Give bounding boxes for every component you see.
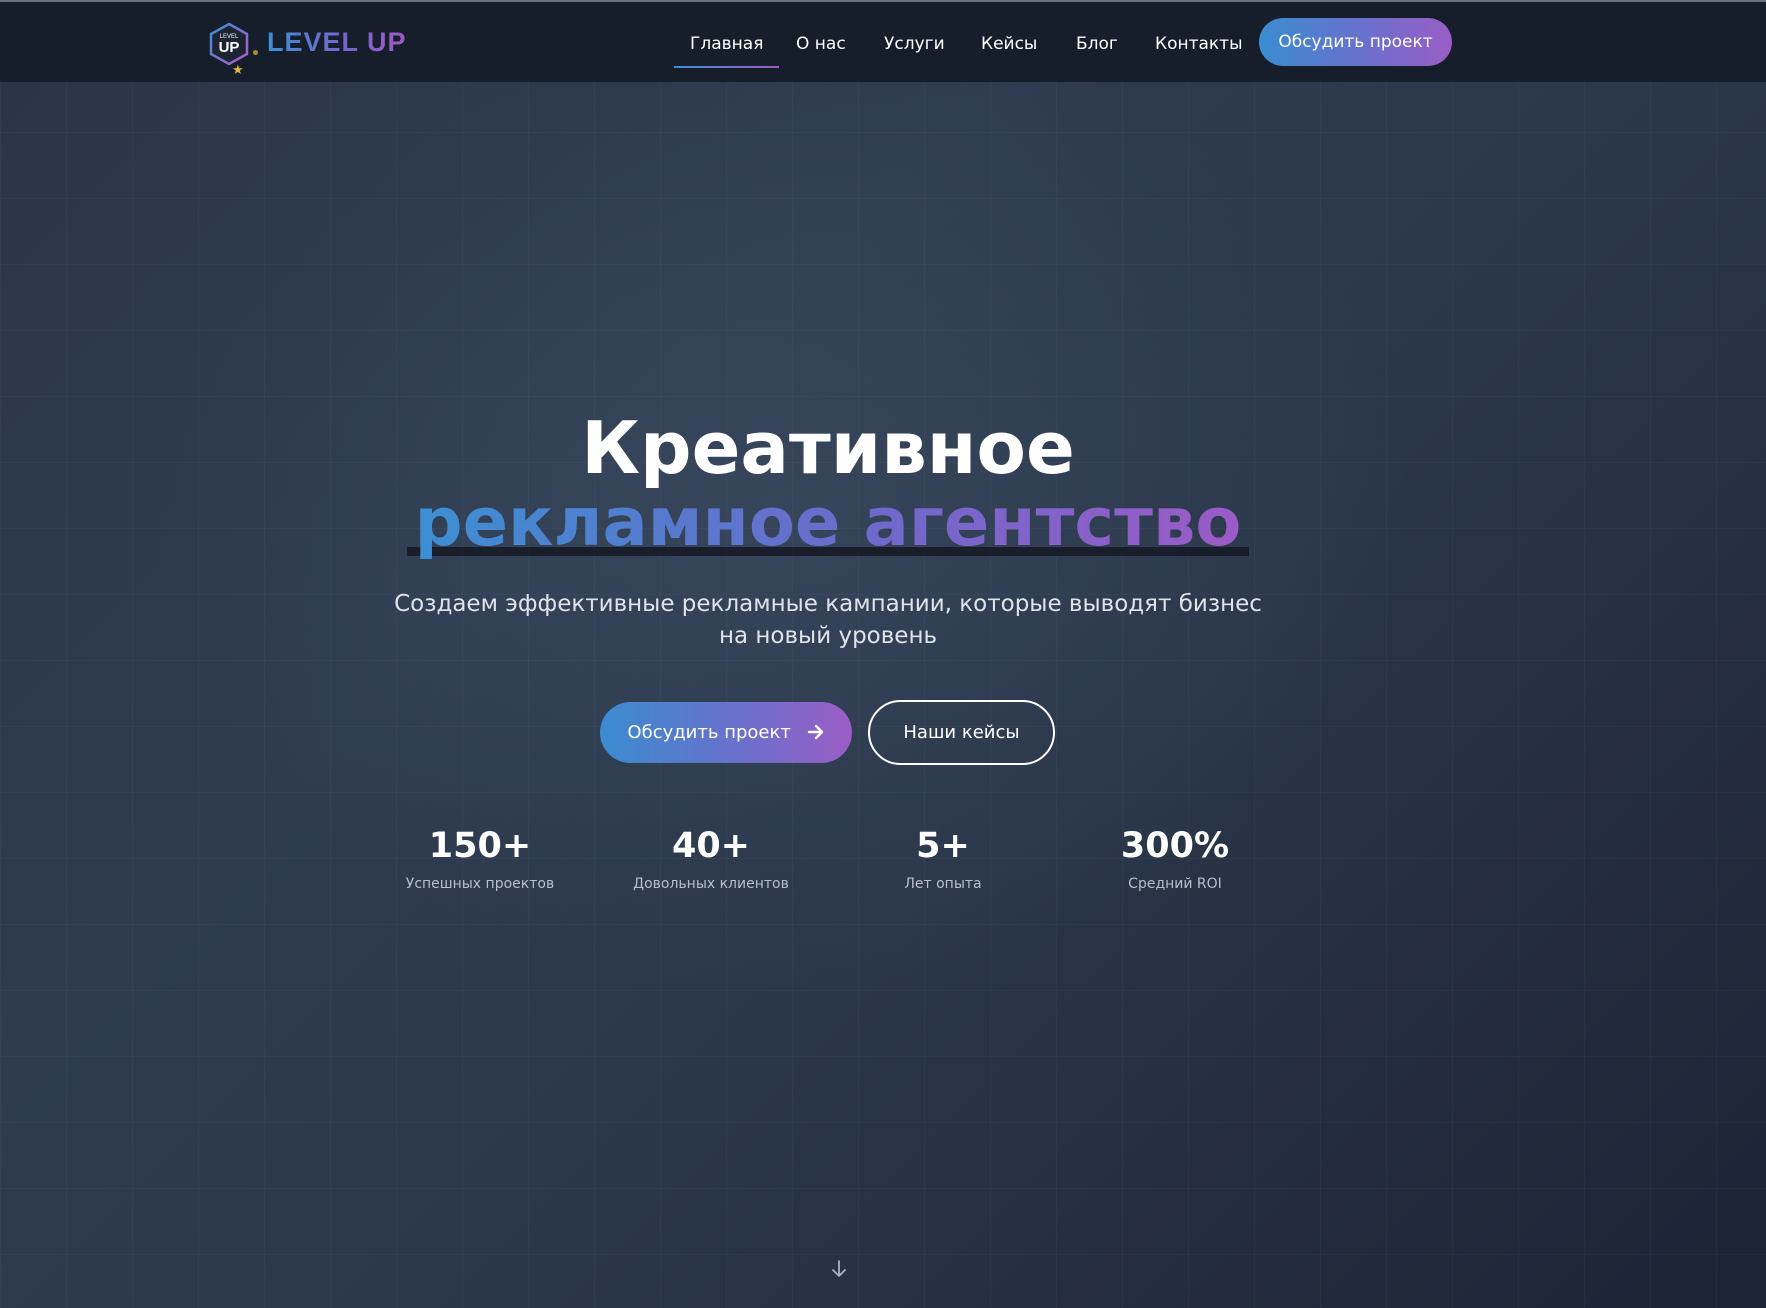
hero-title-line1: Креативное <box>581 406 1075 490</box>
logo-dot <box>253 50 258 55</box>
stat-value: 5+ <box>916 826 970 866</box>
stat-clients: 40+ Довольных клиентов <box>611 824 811 892</box>
stat-label: Успешных проектов <box>405 876 555 892</box>
stat-label: Довольных клиентов <box>633 876 789 892</box>
stat-value: 40+ <box>671 826 751 866</box>
stat-experience: 5+ Лет опыта <box>843 824 1043 892</box>
header-discuss-button[interactable]: Обсудить проект <box>1259 18 1452 66</box>
landing-page: LEVEL UP ★ LEVEL UP Главная О нас Услуги… <box>0 0 1766 1308</box>
stat-label: Лет опыта <box>904 876 982 892</box>
site-header: LEVEL UP ★ LEVEL UP Главная О нас Услуги… <box>0 2 1766 82</box>
nav-item-blog[interactable]: Блог <box>1076 32 1118 56</box>
hero-subtitle: Создаем эффективные рекламные кампании, … <box>394 591 1262 649</box>
nav-item-services[interactable]: Услуги <box>884 32 945 56</box>
logo-badge-big: UP <box>219 39 240 56</box>
hero-title-line2-wrap: рекламное агентство <box>0 480 1656 564</box>
hero-title-line2: рекламное агентство <box>415 480 1242 564</box>
stat-roi: 300% Средний ROI <box>1075 824 1275 892</box>
our-cases-button[interactable]: Наши кейсы <box>868 700 1055 765</box>
arrow-down-icon[interactable] <box>828 1258 850 1280</box>
star-icon: ★ <box>232 63 244 78</box>
stat-label: Средний ROI <box>1128 876 1222 892</box>
discuss-project-button[interactable]: Обсудить проект <box>600 702 852 763</box>
stat-value: 300% <box>1120 826 1230 866</box>
nav-item-home[interactable]: Главная <box>673 32 780 68</box>
logo-text: LEVEL UP <box>267 27 407 57</box>
stat-projects: 150+ Успешных проектов <box>380 824 580 892</box>
logo-link[interactable]: LEVEL UP ★ LEVEL UP <box>208 20 408 80</box>
nav-item-contacts[interactable]: Контакты <box>1155 32 1243 56</box>
discuss-project-label: Обсудить проект <box>627 722 791 743</box>
arrow-right-icon <box>807 724 823 740</box>
nav-item-about[interactable]: О нас <box>796 32 846 56</box>
hexagon-badge-icon: LEVEL UP <box>209 22 249 66</box>
background-grid <box>0 0 1766 1308</box>
nav-item-cases[interactable]: Кейсы <box>981 32 1037 56</box>
stat-value: 150+ <box>428 826 532 866</box>
